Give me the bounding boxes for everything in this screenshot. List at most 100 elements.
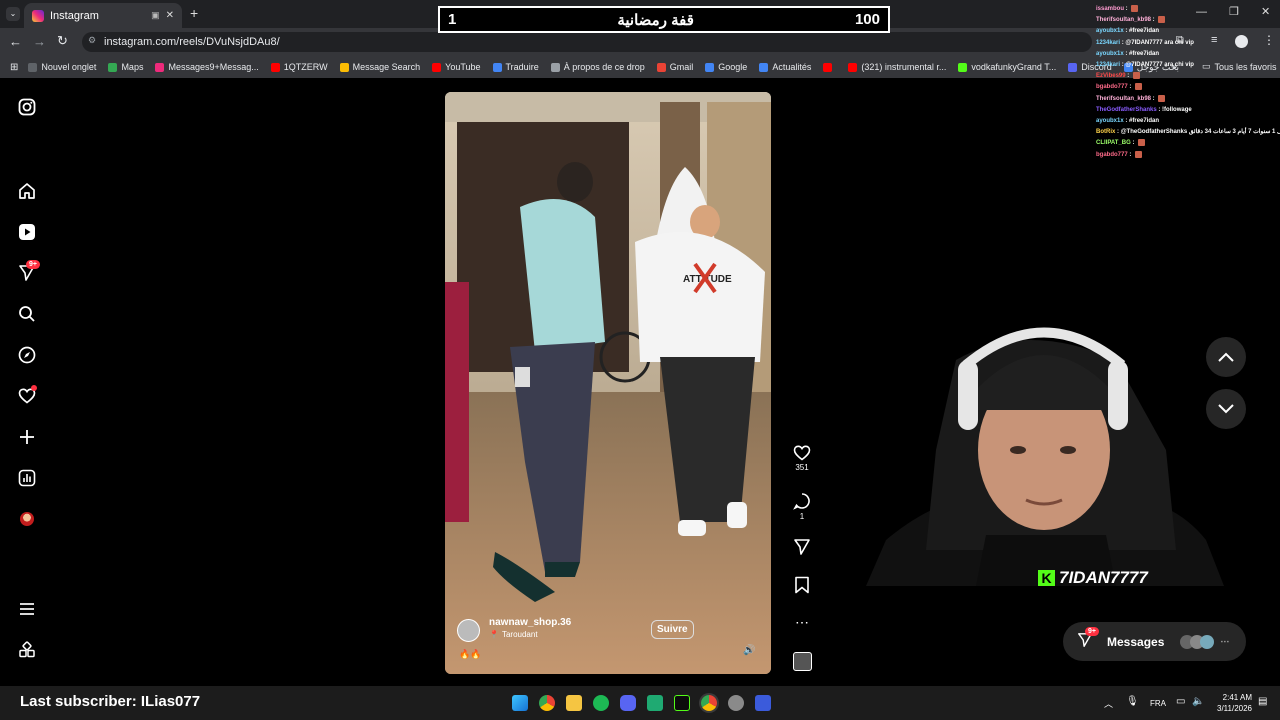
chat-emote-icon — [1138, 139, 1146, 147]
bookmark-label: Message Search — [352, 62, 421, 72]
apps-grid-icon[interactable]: ⊞ — [6, 62, 22, 73]
banner-left-count: 1 — [448, 11, 457, 28]
messages-label: Messages — [1107, 634, 1165, 649]
bookmark-label: Nouvel onglet — [41, 62, 97, 72]
chrome-taskbar-icon[interactable] — [539, 695, 555, 711]
direct-messages-icon[interactable]: 9+ — [17, 260, 40, 283]
volume-icon[interactable]: 🔈 — [1192, 696, 1204, 707]
chat-username: ayoubx1x — [1096, 28, 1124, 35]
chat-separator: : — [1127, 84, 1134, 91]
webcam-frame — [866, 327, 1224, 586]
bookmark-label: Actualités — [772, 62, 812, 72]
share-button[interactable] — [788, 538, 816, 558]
chat-username: Therifsoultan_kb98 — [1096, 95, 1152, 102]
discord-taskbar-icon[interactable] — [620, 695, 636, 711]
explore-compass-icon[interactable] — [17, 345, 37, 365]
notification-center-icon[interactable]: ▤ — [1258, 696, 1267, 707]
bookmark-item[interactable]: Maps — [102, 62, 149, 72]
reel-video[interactable]: ATTITUDE nawnaw_shop.36 📍Taroudant Suivr… — [445, 92, 771, 674]
spotify-icon[interactable] — [593, 695, 609, 711]
chat-text: #free7idan — [1129, 118, 1160, 125]
home-icon[interactable] — [17, 181, 37, 201]
bookmark-item[interactable]: Nouvel onglet — [22, 62, 102, 72]
also-from-meta-icon[interactable] — [17, 640, 37, 660]
bookmark-item[interactable]: Google — [699, 62, 753, 72]
system-clock[interactable]: 2:41 AM 3/11/2026 — [1212, 692, 1252, 714]
chat-username: bgabdo777 — [1096, 84, 1128, 91]
remote-app-icon[interactable] — [755, 695, 771, 711]
kick-taskbar-icon[interactable] — [674, 695, 690, 711]
language-indicator[interactable]: FRA — [1150, 699, 1166, 708]
messages-drawer-button[interactable]: 9+ Messages ⋯ — [1063, 622, 1246, 661]
settings-gear-icon[interactable] — [728, 695, 744, 711]
windows-start-icon[interactable] — [512, 695, 528, 711]
reel-location[interactable]: 📍 Taroudant — [489, 630, 538, 639]
bookmark-label: Google — [718, 62, 748, 72]
reload-icon[interactable]: ↻ — [57, 33, 68, 49]
tab-list-chevron-icon[interactable]: ⌄ — [6, 7, 20, 21]
bookmark-item[interactable]: 1QTZERW — [265, 62, 334, 72]
stream-goal-banner: 1 قفة رمضانية 100 — [438, 6, 890, 33]
forward-arrow-icon[interactable]: → — [33, 34, 46, 49]
stream-chat-overlay: issambou : Therifsoultan_kb98 : ayoubx1x… — [1096, 4, 1280, 176]
new-tab-plus-icon[interactable]: + — [190, 5, 198, 21]
like-button[interactable]: 351 — [788, 444, 816, 472]
bookmark-item[interactable] — [817, 62, 842, 72]
bookmark-item[interactable]: (321) instrumental r... — [842, 62, 952, 72]
comment-bubble-icon — [793, 493, 810, 510]
bookmark-item[interactable]: Actualités — [753, 62, 817, 72]
reel-username[interactable]: nawnaw_shop.36 — [489, 617, 571, 628]
bookmark-item[interactable]: Traduire — [487, 62, 545, 72]
tray-chevron-up-icon[interactable]: ︿ — [1104, 697, 1113, 710]
chat-message: ayoubx1x : #free7idan — [1096, 116, 1280, 127]
chat-username: issambou — [1096, 6, 1125, 12]
bookmark-item[interactable]: Gmail — [651, 62, 700, 72]
chat-message: Therifsoultan_kb98 : — [1096, 15, 1280, 26]
mute-toggle-icon[interactable]: 🔊 — [743, 645, 755, 656]
profile-avatar[interactable] — [17, 509, 37, 529]
comment-button[interactable]: 1 — [788, 492, 816, 521]
more-options-icon[interactable]: ⋯ — [788, 614, 816, 631]
chat-username: ayoubx1x — [1096, 118, 1124, 125]
store-app-icon[interactable] — [647, 695, 663, 711]
instagram-logo-icon[interactable] — [17, 97, 37, 117]
picture-in-picture-icon[interactable]: ▣ — [151, 10, 160, 21]
chat-message: 1234kari : @7IDAN7777 ara chi vip — [1096, 60, 1280, 71]
bookmark-item[interactable]: Messages9+Messag... — [149, 62, 264, 72]
author-avatar[interactable] — [457, 619, 480, 642]
chat-message: ayoubx1x : #free7idan — [1096, 26, 1280, 37]
network-icon[interactable]: ▭ — [1176, 696, 1185, 707]
recent-contacts-avatars — [1180, 634, 1215, 649]
messages-badge: 9+ — [1085, 627, 1099, 636]
bookmark-favicon-icon — [492, 62, 502, 72]
bookmark-item[interactable]: vodkafunkyGrand T... — [952, 62, 1062, 72]
bookmark-favicon-icon — [823, 62, 833, 72]
url-bar[interactable]: ⚙ instagram.com/reels/DVuNsjdDAu8/ — [82, 32, 1092, 52]
reels-icon[interactable] — [17, 222, 37, 242]
save-button[interactable] — [788, 576, 816, 596]
audio-thumbnail[interactable] — [788, 652, 816, 673]
bookmark-item[interactable]: YouTube — [426, 62, 486, 72]
clock-date: 3/11/2026 — [1217, 704, 1252, 713]
reel-actions: 351 1 ⋯ — [788, 440, 816, 680]
more-menu-icon[interactable] — [17, 599, 37, 619]
chat-username: BotRix — [1096, 129, 1116, 136]
streamer-name-tag: K 7IDAN7777 — [1038, 568, 1148, 586]
bookmark-label: vodkafunkyGrand T... — [971, 62, 1057, 72]
tab-instagram[interactable]: Instagram ▣ ✕ — [24, 3, 182, 28]
bookmark-item[interactable]: Message Search — [334, 62, 427, 72]
tab-close-icon[interactable]: ✕ — [166, 10, 174, 21]
create-plus-icon[interactable] — [17, 427, 37, 447]
notifications-heart-icon[interactable] — [17, 385, 37, 406]
back-arrow-icon[interactable]: ← — [9, 34, 22, 49]
chrome-active-taskbar-icon[interactable] — [701, 695, 717, 711]
file-explorer-icon[interactable] — [566, 695, 582, 711]
dashboard-icon[interactable] — [17, 468, 37, 488]
bookmark-favicon-icon — [270, 62, 280, 72]
search-icon[interactable] — [17, 304, 37, 324]
microphone-icon[interactable]: 🎙 — [1126, 696, 1139, 707]
follow-button[interactable]: Suivre — [651, 620, 694, 639]
chat-message: 1234kari : @7IDAN7777 ara chi vip — [1096, 38, 1280, 49]
site-info-icon[interactable]: ⚙ — [88, 35, 96, 46]
bookmark-item[interactable]: À propos de ce drop — [545, 62, 651, 72]
